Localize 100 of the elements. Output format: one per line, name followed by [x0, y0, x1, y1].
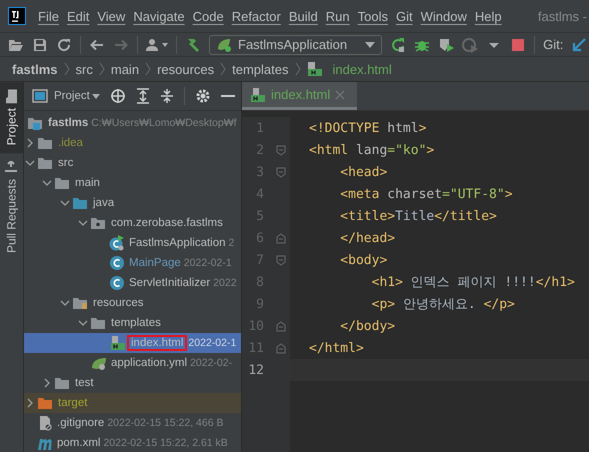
- menu-item[interactable]: Help: [470, 8, 506, 24]
- tree-item[interactable]: main: [75, 177, 100, 189]
- caret-icon: [365, 42, 376, 48]
- update-arrow-icon[interactable]: [571, 36, 588, 52]
- code-line: <body>: [339, 252, 388, 268]
- breadcrumb-item[interactable]: src: [76, 62, 93, 76]
- menu-item[interactable]: View: [93, 8, 130, 24]
- breadcrumb-item[interactable]: main: [110, 62, 140, 76]
- selected-row[interactable]: index.html 2022-02-1: [24, 333, 241, 353]
- settings-icon[interactable]: [194, 88, 211, 104]
- html-file-icon: [306, 61, 323, 77]
- menu-item[interactable]: Build: [284, 8, 322, 24]
- file-info: 2022-02-1: [188, 337, 236, 349]
- folder-icon: [38, 135, 54, 151]
- menu-item[interactable]: Navigate: [129, 8, 189, 24]
- fold-marker-icon[interactable]: [276, 254, 286, 266]
- expanded-chevron-icon[interactable]: [60, 198, 70, 208]
- ignored-file-icon: [37, 415, 53, 431]
- expand-all-icon[interactable]: [136, 88, 150, 104]
- menu-item[interactable]: Run: [322, 8, 354, 24]
- breadcrumb-item[interactable]: resources: [157, 62, 214, 76]
- rerun-icon[interactable]: [390, 36, 406, 52]
- tree-item[interactable]: resources: [93, 297, 144, 309]
- fold-marker-icon[interactable]: [276, 144, 286, 156]
- panel-icon: [32, 89, 48, 103]
- tree-item[interactable]: fastlms: [48, 117, 88, 129]
- user-dropdown-icon[interactable]: [146, 36, 168, 52]
- expanded-chevron-icon[interactable]: [78, 218, 88, 228]
- fold-marker-icon[interactable]: [276, 166, 286, 178]
- collapsed-chevron-icon[interactable]: [25, 138, 35, 148]
- run-configuration-dropdown[interactable]: FastlmsApplication: [209, 34, 382, 54]
- tool-window-tab[interactable]: Project: [0, 82, 23, 154]
- expanded-chevron-icon[interactable]: [78, 318, 88, 328]
- minimize-icon[interactable]: [220, 94, 235, 98]
- menu-item[interactable]: Refactor: [228, 8, 285, 24]
- stop-icon[interactable]: [510, 36, 526, 52]
- folder-icon: [38, 395, 54, 411]
- tree-item[interactable]: pom.xml: [57, 437, 100, 449]
- tree-item[interactable]: FastlmsApplication: [129, 237, 226, 249]
- tree-item[interactable]: test: [75, 377, 94, 389]
- folder-icon: [73, 195, 89, 211]
- code-line: <title>Title</title>: [339, 208, 497, 224]
- tree-item[interactable]: application.yml: [111, 357, 188, 369]
- target-icon[interactable]: [110, 88, 126, 104]
- menu-item[interactable]: Tools: [354, 8, 392, 24]
- folder-icon: [55, 175, 71, 191]
- folder-icon: [55, 375, 71, 391]
- fold-marker-icon[interactable]: [276, 342, 286, 354]
- html-file-icon: [250, 86, 266, 102]
- expanded-chevron-icon[interactable]: [25, 158, 35, 168]
- chevron-icon: [98, 62, 105, 76]
- coverage-run-icon[interactable]: [438, 36, 454, 52]
- class-icon: [109, 275, 125, 291]
- file-info: 2022-02-15 15:22, 466 B: [107, 417, 224, 429]
- package-icon: [91, 215, 107, 231]
- class-icon: [109, 255, 125, 271]
- tree-item[interactable]: target: [58, 397, 88, 409]
- file-info: C:₩Users₩Lomo₩Desktop₩f: [91, 117, 237, 129]
- git-label: Git:: [543, 37, 564, 52]
- chevron-icon: [145, 62, 152, 76]
- folder-icon: [73, 295, 89, 311]
- tree-item[interactable]: templates: [111, 317, 161, 329]
- save-icon[interactable]: [32, 36, 48, 52]
- breadcrumb-item[interactable]: index.html: [332, 62, 392, 76]
- file-info: 2022-02-15 15:22, 2.61 kB: [103, 437, 228, 449]
- caret-icon: [92, 94, 100, 98]
- code-line: <meta charset="UTF-8">: [339, 186, 513, 202]
- collapse-all-icon[interactable]: [160, 88, 174, 104]
- file-info: 2022-02-1: [184, 257, 232, 269]
- fold-marker-icon[interactable]: [276, 232, 286, 244]
- menu-item[interactable]: File: [34, 8, 63, 24]
- code-line: <head>: [339, 164, 388, 180]
- collapsed-chevron-icon[interactable]: [25, 398, 35, 408]
- menu-item[interactable]: Code: [188, 8, 228, 24]
- tree-item[interactable]: MainPage: [129, 257, 181, 269]
- tree-item[interactable]: com.zerobase.fastlms: [111, 217, 223, 229]
- tree-item[interactable]: src: [58, 157, 74, 169]
- tree-item[interactable]: java: [93, 197, 114, 209]
- file-info: 2022-02-: [190, 357, 232, 369]
- window-title: fastlms -: [536, 8, 588, 24]
- chevron-icon: [64, 62, 70, 76]
- code-line: <h1> 인덱스 페이지 !!!!</h1>: [370, 274, 575, 291]
- tree-item[interactable]: .idea: [58, 137, 83, 149]
- breadcrumb-item[interactable]: fastlms: [12, 62, 58, 76]
- expanded-chevron-icon[interactable]: [42, 178, 52, 188]
- app-logo-icon[interactable]: [8, 7, 26, 25]
- sync-icon[interactable]: [56, 36, 72, 52]
- tree-item[interactable]: ServletInitializer: [129, 277, 210, 289]
- menu-item[interactable]: Git: [392, 8, 417, 24]
- breadcrumb-item[interactable]: templates: [232, 62, 289, 76]
- fold-marker-icon[interactable]: [276, 320, 286, 332]
- code-line: <p> 안녕하세요. </p>: [370, 296, 515, 313]
- menu-item[interactable]: Window: [416, 8, 471, 24]
- expanded-chevron-icon[interactable]: [60, 298, 70, 308]
- project-view-dropdown[interactable]: Project: [32, 89, 100, 103]
- tool-window-tab[interactable]: Pull Requests: [0, 153, 23, 262]
- menu-item[interactable]: Edit: [62, 8, 94, 24]
- folder-icon: [38, 155, 54, 171]
- collapsed-chevron-icon[interactable]: [42, 378, 52, 388]
- tree-item[interactable]: .gitignore: [57, 417, 104, 429]
